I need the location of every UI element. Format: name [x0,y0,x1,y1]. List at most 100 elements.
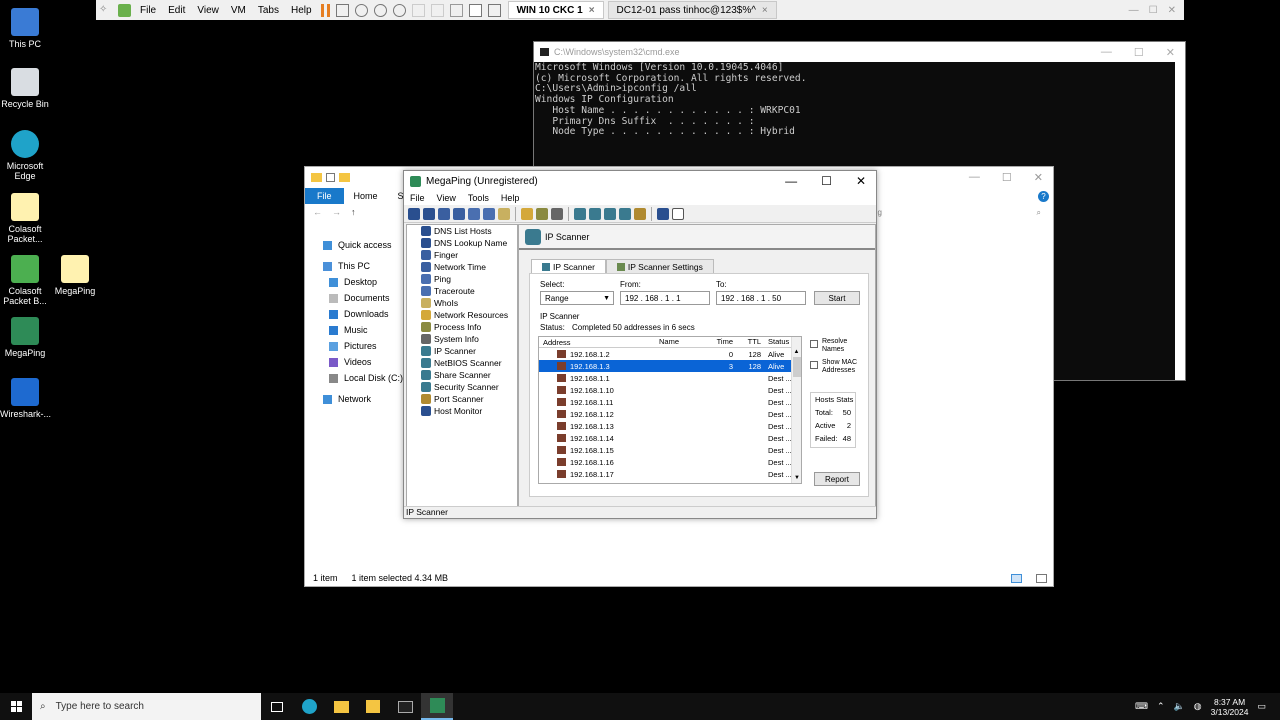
unity-icon[interactable] [449,3,463,17]
close-icon[interactable]: ✕ [1166,46,1175,59]
stretch-icon[interactable] [487,3,501,17]
nav-this-pc[interactable]: This PC [305,258,405,274]
tree-whois[interactable]: WhoIs [407,297,517,309]
snapshot-manager-icon[interactable] [392,3,406,17]
menu-tools[interactable]: Tools [462,193,495,203]
tree-finger[interactable]: Finger [407,249,517,261]
process-info-icon[interactable] [536,207,548,220]
help-icon[interactable]: ? [1038,190,1049,202]
ip-scanner-icon[interactable] [574,207,586,220]
desktop-icon-this-pc[interactable]: This PC [0,8,50,49]
show-mac-checkbox[interactable] [810,361,818,369]
table-row[interactable]: 192.168.1.1 Dest ... [539,372,801,384]
network-resources-icon[interactable] [521,207,533,220]
desktop-icon-colasoft-packet[interactable]: Colasoft Packet... [0,193,50,244]
volume-icon[interactable]: 🔈 [1174,701,1185,712]
minimize-icon[interactable]: — [969,171,980,184]
menu-view[interactable]: View [431,193,462,203]
column-time[interactable]: Time [715,337,737,347]
to-ip-input[interactable]: 192 . 168 . 1 . 50 [716,291,806,305]
snapshot-icon[interactable] [354,3,368,17]
explorer-search-input[interactable]: ng ⌕ [870,208,1045,222]
table-row[interactable]: 192.168.1.17 Dest ... [539,468,801,480]
chevron-up-icon[interactable]: ⌃ [1157,701,1165,712]
taskbar-store[interactable] [357,693,389,720]
tree-dns-lookup-name[interactable]: DNS Lookup Name [407,237,517,249]
host-monitor-icon[interactable] [657,207,669,220]
nav-pictures[interactable]: Pictures [305,338,405,354]
table-scrollbar[interactable]: ▲ ▼ [791,337,801,483]
nav-documents[interactable]: Documents [305,290,405,306]
forward-icon[interactable]: → [332,207,341,221]
tree-network-resources[interactable]: Network Resources [407,309,517,321]
table-row[interactable]: 192.168.1.15 Dest ... [539,444,801,456]
column-ttl[interactable]: TTL [737,337,765,347]
cmd-scrollbar[interactable] [1175,62,1185,380]
task-view-button[interactable] [261,693,293,720]
maximize-icon[interactable]: ☐ [821,174,832,188]
megaping-titlebar[interactable]: MegaPing (Unregistered) — ☐ ✕ [404,171,876,191]
tree-security-scanner[interactable]: Security Scanner [407,381,517,393]
resolve-names-checkbox[interactable] [810,340,818,348]
system-info-icon[interactable] [551,207,563,220]
tree-ping[interactable]: Ping [407,273,517,285]
nav-music[interactable]: Music [305,322,405,338]
from-ip-input[interactable]: 192 . 168 . 1 . 1 [620,291,710,305]
taskbar-cmd[interactable] [389,693,421,720]
pause-icon[interactable] [320,3,330,17]
nav-network[interactable]: Network [305,391,405,407]
nav-quick-access[interactable]: Quick access [305,237,405,253]
table-row[interactable]: 192.168.1.11 Dest ... [539,396,801,408]
ping-icon[interactable] [468,207,480,220]
scroll-up-icon[interactable]: ▲ [792,349,801,355]
vm-menu-view[interactable]: View [191,5,225,16]
properties-icon[interactable] [326,172,335,182]
minimize-icon[interactable]: — [1129,5,1139,16]
netbios-scanner-icon[interactable] [589,207,601,220]
help-icon[interactable] [672,207,684,220]
close-icon[interactable]: × [762,5,768,16]
scroll-thumb[interactable] [792,357,801,377]
taskbar-edge[interactable] [293,693,325,720]
maximize-icon[interactable]: ☐ [1149,5,1158,16]
taskbar-file-explorer[interactable] [325,693,357,720]
megaping-window[interactable]: MegaPing (Unregistered) — ☐ ✕ File View … [403,170,877,519]
full-screen-icon[interactable] [430,3,444,17]
nav-desktop[interactable]: Desktop [305,274,405,290]
tab-ip-scanner-settings[interactable]: IP Scanner Settings [605,259,714,274]
details-view-icon[interactable] [1011,573,1022,583]
table-row[interactable]: 192.168.1.14 Dest ... [539,432,801,444]
tree-ip-scanner[interactable]: IP Scanner [407,345,517,357]
desktop-icon-colasoft-builder[interactable]: Colasoft Packet B... [0,255,50,306]
nav-videos[interactable]: Videos [305,354,405,370]
table-row[interactable]: 192.168.1.16 Dest ... [539,456,801,468]
table-row[interactable]: 192.168.1.2 0 128 Alive [539,348,801,360]
close-icon[interactable]: ✕ [1034,171,1043,184]
tree-system-info[interactable]: System Info [407,333,517,345]
dns-lookup-icon[interactable] [423,207,435,220]
desktop-icon-recycle-bin[interactable]: Recycle Bin [0,68,50,109]
cmd-titlebar[interactable]: C:\Windows\system32\cmd.exe — ☐ ✕ [534,42,1185,62]
ribbon-tab-file[interactable]: File [305,188,344,204]
traceroute-icon[interactable] [483,207,495,220]
vm-tab-win10[interactable]: WIN 10 CKC 1 × [507,1,604,19]
vm-menu-file[interactable]: File [134,5,162,16]
large-icons-view-icon[interactable] [1036,573,1047,583]
report-button[interactable]: Report [814,472,860,486]
desktop-icon-wireshark[interactable]: Wireshark-... [0,378,51,419]
tree-process-info[interactable]: Process Info [407,321,517,333]
vm-menu-tabs[interactable]: Tabs [252,5,285,16]
network-time-icon[interactable] [453,207,465,220]
scroll-down-icon[interactable]: ▼ [794,475,800,481]
globe-icon[interactable]: ◍ [1194,701,1202,712]
table-row[interactable]: 192.168.1.13 Dest ... [539,420,801,432]
tree-host-monitor[interactable]: Host Monitor [407,405,517,417]
keyboard-icon[interactable]: ⌨ [1135,701,1148,712]
menu-help[interactable]: Help [495,193,526,203]
security-scanner-icon[interactable] [619,207,631,220]
scan-results-table[interactable]: Address Name Time TTL Status 192.168.1.2… [538,336,802,484]
maximize-icon[interactable]: ☐ [1002,171,1012,184]
port-scanner-icon[interactable] [634,207,646,220]
close-icon[interactable]: ✕ [856,174,866,188]
minimize-icon[interactable]: — [1101,46,1112,59]
